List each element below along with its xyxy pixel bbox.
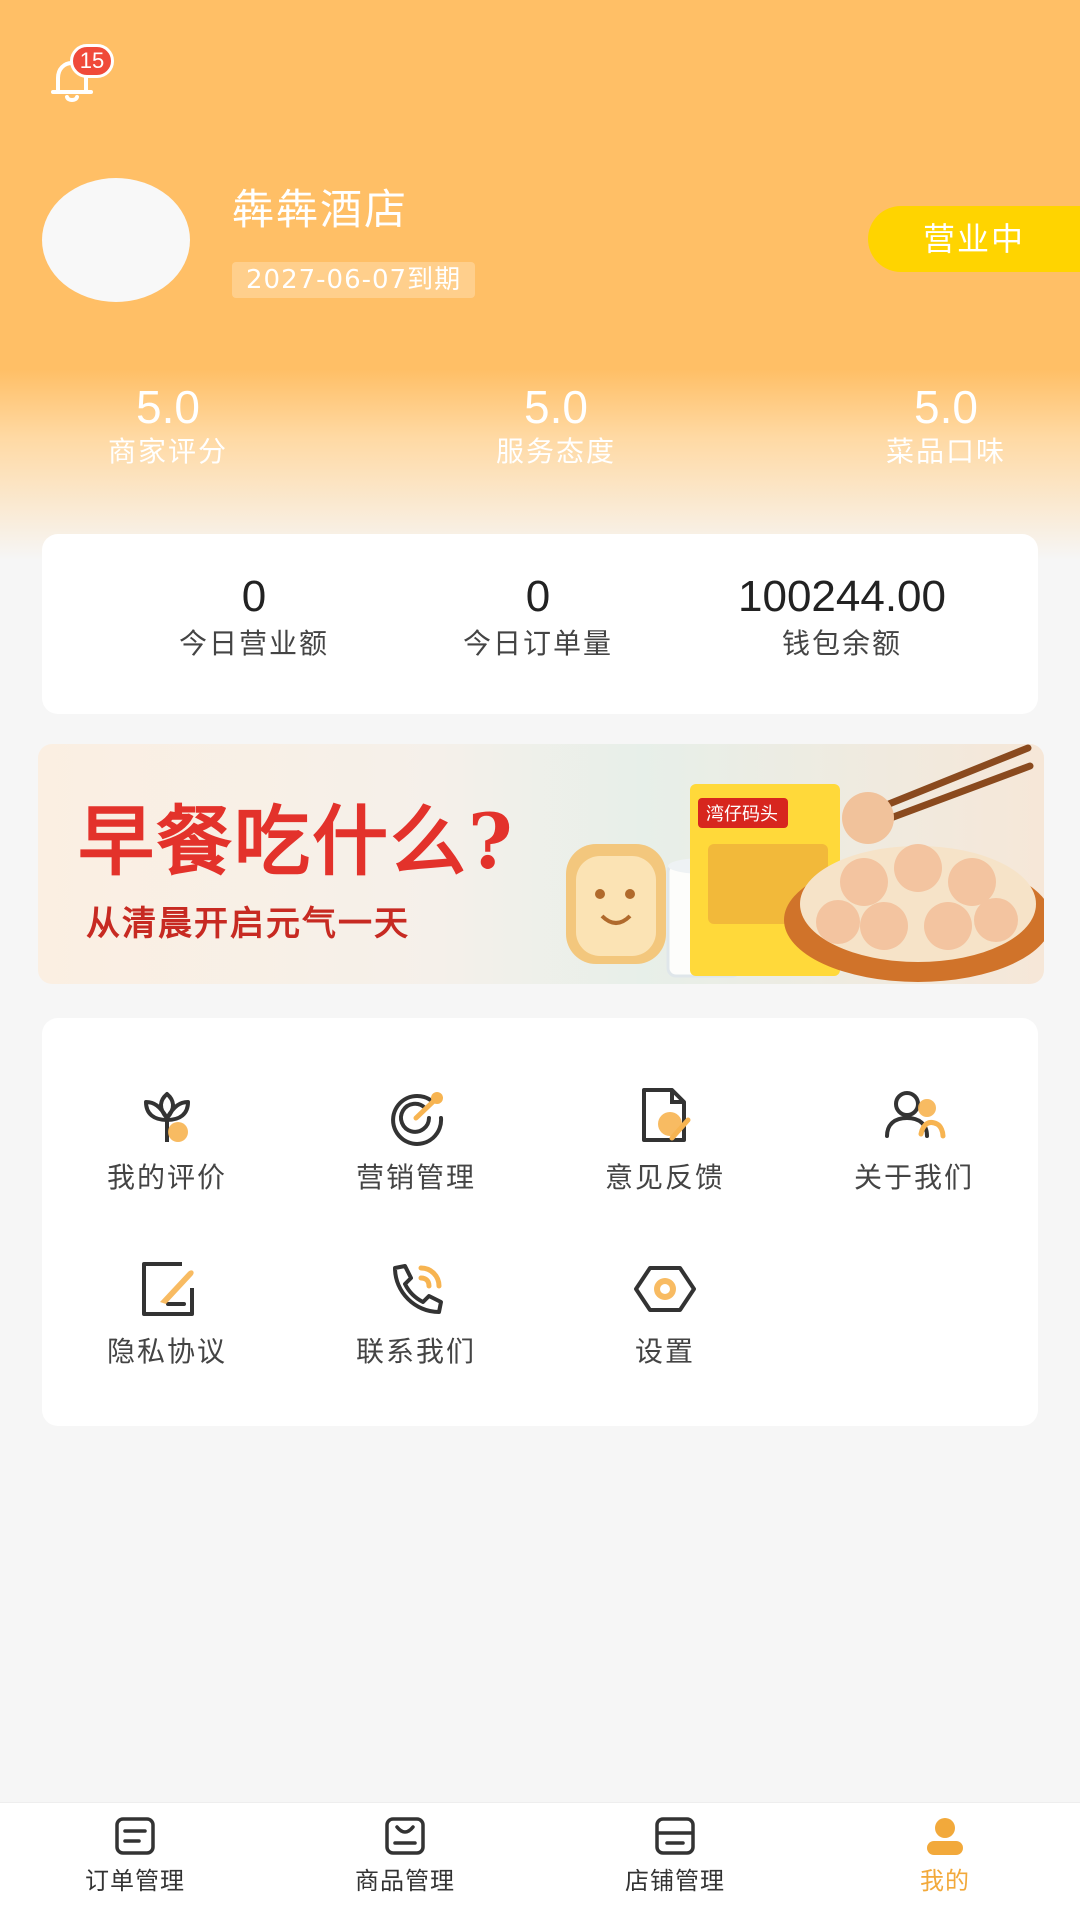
promo-banner[interactable]: 早餐吃什么? 从清晨开启元气一天 湾仔码头 (38, 744, 1044, 984)
menu-item-settings[interactable]: 设置 (540, 1254, 790, 1384)
menu-label: 隐私协议 (106, 1335, 227, 1368)
rating-label: 服务态度 (495, 435, 616, 468)
tab-store-management[interactable]: 店铺管理 (540, 1813, 810, 1901)
stat-value: 0 (525, 572, 551, 621)
menu-label: 营销管理 (355, 1161, 476, 1194)
banner-food-illustration: 湾仔码头 (566, 744, 1044, 982)
stat-value: 0 (241, 572, 267, 621)
menu-item-contact-us[interactable]: 联系我们 (291, 1254, 541, 1384)
menu-label: 设置 (634, 1335, 695, 1368)
merchant-rating: 5.0 商家评分 (48, 382, 288, 472)
taste-rating: 5.0 菜品口味 (826, 382, 1066, 472)
rating-value: 5.0 (136, 381, 200, 433)
menu-label: 我的评价 (106, 1161, 227, 1194)
rating-value: 5.0 (524, 381, 588, 433)
expire-date: 2027-06-07到期 (232, 262, 476, 298)
flower-icon (144, 1092, 190, 1142)
feedback-doc-icon (642, 1088, 691, 1142)
order-icon (115, 1817, 155, 1855)
menu-label: 联系我们 (355, 1335, 476, 1368)
privacy-doc-icon (142, 1262, 194, 1316)
banner-title: 早餐吃什么? (78, 797, 515, 886)
wallet-balance[interactable]: 100244.00 钱包余额 (672, 572, 1012, 666)
stat-label: 钱包余额 (781, 627, 902, 660)
tab-order-management[interactable]: 订单管理 (0, 1813, 270, 1901)
goods-icon (385, 1817, 425, 1855)
menu-item-privacy[interactable]: 隐私协议 (42, 1254, 292, 1384)
settings-hexagon-icon (634, 1266, 696, 1312)
users-icon (885, 1091, 946, 1139)
stat-value: 100244.00 (738, 572, 946, 621)
profile-icon (927, 1818, 963, 1855)
business-status-toggle[interactable]: 营业中 (868, 206, 1080, 272)
target-icon (391, 1092, 444, 1146)
ratings-row: 5.0 商家评分 5.0 服务态度 5.0 菜品口味 (0, 382, 1080, 482)
notification-badge: 15 (70, 44, 114, 78)
rating-value: 5.0 (914, 381, 978, 433)
rating-label: 商家评分 (107, 435, 228, 468)
menu-label: 意见反馈 (604, 1161, 725, 1194)
menu-item-my-reviews[interactable]: 我的评价 (42, 1080, 292, 1210)
function-menu: 我的评价 营销管理 意见反馈 关于我们 隐私协议 联系我们 设置 (42, 1018, 1038, 1426)
phone-icon (393, 1264, 443, 1314)
avatar[interactable] (42, 178, 190, 302)
product-brand: 湾仔码头 (706, 804, 778, 825)
rating-label: 菜品口味 (885, 435, 1006, 468)
bottom-tab-bar: 订单管理 商品管理 店铺管理 我的 (0, 1802, 1080, 1920)
stat-label: 今日营业额 (178, 627, 329, 660)
store-icon (655, 1817, 695, 1855)
stat-label: 今日订单量 (462, 627, 613, 660)
tab-label: 商品管理 (355, 1867, 455, 1895)
menu-item-marketing[interactable]: 营销管理 (291, 1080, 541, 1210)
today-orders[interactable]: 0 今日订单量 (388, 572, 688, 666)
stats-card: 0 今日营业额 0 今日订单量 100244.00 钱包余额 (42, 534, 1038, 714)
store-name: 犇犇酒店 (232, 185, 409, 234)
tab-label: 店铺管理 (625, 1867, 725, 1895)
menu-item-feedback[interactable]: 意见反馈 (540, 1080, 790, 1210)
tab-label: 订单管理 (85, 1867, 185, 1895)
tab-profile[interactable]: 我的 (810, 1813, 1080, 1901)
banner-subtitle: 从清晨开启元气一天 (86, 904, 410, 944)
tab-goods-management[interactable]: 商品管理 (270, 1813, 540, 1901)
menu-item-about-us[interactable]: 关于我们 (789, 1080, 1039, 1210)
today-revenue[interactable]: 0 今日营业额 (104, 572, 404, 666)
service-rating: 5.0 服务态度 (436, 382, 676, 472)
tab-label: 我的 (920, 1867, 970, 1895)
menu-label: 关于我们 (853, 1161, 974, 1194)
